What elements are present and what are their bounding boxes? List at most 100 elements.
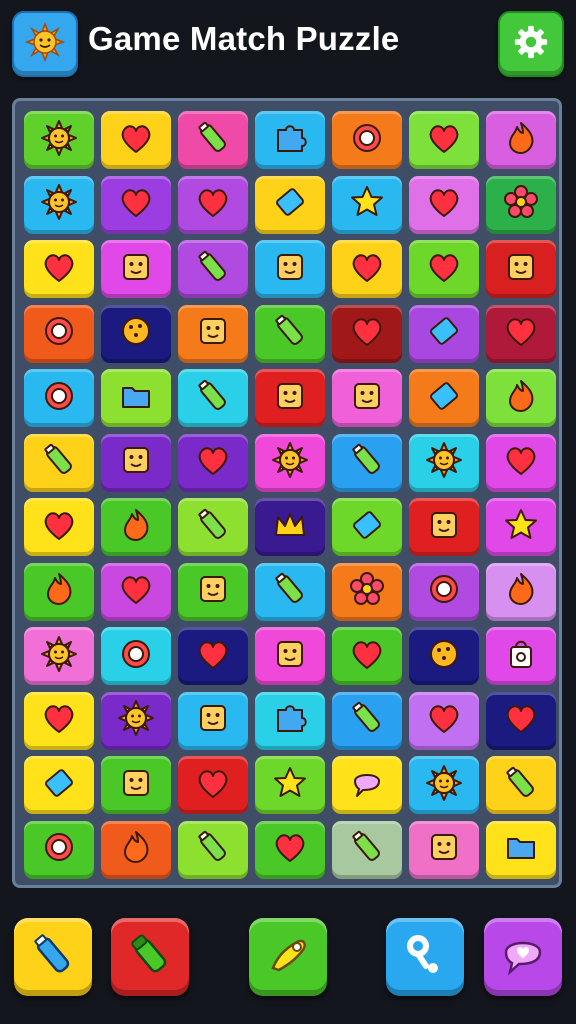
tile-r11-c7[interactable]	[486, 756, 556, 814]
tile-r4-c5[interactable]	[332, 304, 402, 363]
tile-r6-c4[interactable]	[255, 433, 325, 492]
tile-r10-c7[interactable]	[486, 691, 556, 750]
tile-r6-c7[interactable]	[486, 433, 556, 492]
tile-r6-c2[interactable]	[101, 433, 171, 492]
powerup-link-button[interactable]	[386, 918, 464, 996]
tile-r1-c5[interactable]	[332, 111, 402, 169]
tile-r3-c6[interactable]	[409, 240, 479, 298]
tile-r3-c4[interactable]	[255, 240, 325, 298]
tile-r11-c2[interactable]	[101, 756, 171, 814]
tile-r11-c5[interactable]	[332, 756, 402, 814]
gem-icon	[347, 505, 387, 550]
tile-r12-c4[interactable]	[255, 820, 325, 879]
tile-r5-c4[interactable]	[255, 369, 325, 427]
tile-r2-c1[interactable]	[24, 175, 94, 234]
tile-r6-c3[interactable]	[178, 433, 248, 492]
powerup-bottle-button[interactable]	[14, 918, 92, 996]
flame-icon	[501, 376, 541, 421]
tile-r4-c7[interactable]	[486, 304, 556, 363]
tile-r9-c3[interactable]	[178, 627, 248, 685]
tile-r6-c5[interactable]	[332, 433, 402, 492]
tile-r12-c2[interactable]	[101, 820, 171, 879]
tile-r3-c2[interactable]	[101, 240, 171, 298]
tile-r1-c3[interactable]	[178, 111, 248, 169]
ring-icon	[347, 118, 387, 163]
tile-r10-c5[interactable]	[332, 691, 402, 750]
tile-r8-c3[interactable]	[178, 562, 248, 621]
tile-r2-c5[interactable]	[332, 175, 402, 234]
tile-r10-c4[interactable]	[255, 691, 325, 750]
powerup-bubble-button[interactable]	[484, 918, 562, 996]
tile-r5-c6[interactable]	[409, 369, 479, 427]
tile-r9-c2[interactable]	[101, 627, 171, 685]
sun-icon	[39, 118, 79, 163]
powerup-tube-button[interactable]	[111, 918, 189, 996]
tile-r4-c6[interactable]	[409, 304, 479, 363]
tile-r4-c3[interactable]	[178, 304, 248, 363]
tile-r11-c4[interactable]	[255, 756, 325, 814]
tile-r2-c2[interactable]	[101, 175, 171, 234]
tile-r7-c3[interactable]	[178, 498, 248, 556]
tile-r7-c4[interactable]	[255, 498, 325, 556]
tile-r8-c4[interactable]	[255, 562, 325, 621]
tile-r7-c1[interactable]	[24, 498, 94, 556]
flame-icon	[501, 118, 541, 163]
tile-r9-c4[interactable]	[255, 627, 325, 685]
tile-r5-c2[interactable]	[101, 369, 171, 427]
tile-r9-c5[interactable]	[332, 627, 402, 685]
tile-r1-c1[interactable]	[24, 111, 94, 169]
tile-r3-c1[interactable]	[24, 240, 94, 298]
flame-icon	[116, 505, 156, 550]
tile-r10-c6[interactable]	[409, 691, 479, 750]
tile-r12-c3[interactable]	[178, 820, 248, 879]
tile-r7-c5[interactable]	[332, 498, 402, 556]
tile-r11-c3[interactable]	[178, 756, 248, 814]
tile-r4-c2[interactable]	[101, 304, 171, 363]
tile-r12-c7[interactable]	[486, 820, 556, 879]
tile-r4-c4[interactable]	[255, 304, 325, 363]
sun-icon	[116, 698, 156, 743]
tile-r5-c1[interactable]	[24, 369, 94, 427]
tile-r3-c7[interactable]	[486, 240, 556, 298]
tile-r9-c1[interactable]	[24, 627, 94, 685]
tile-r1-c6[interactable]	[409, 111, 479, 169]
tile-r7-c7[interactable]	[486, 498, 556, 556]
face-icon	[116, 440, 156, 485]
settings-button[interactable]	[498, 11, 564, 77]
tile-r8-c7[interactable]	[486, 562, 556, 621]
face-icon	[424, 505, 464, 550]
tile-r5-c3[interactable]	[178, 369, 248, 427]
tile-r6-c6[interactable]	[409, 433, 479, 492]
tile-r2-c4[interactable]	[255, 175, 325, 234]
tile-r7-c6[interactable]	[409, 498, 479, 556]
tile-r8-c2[interactable]	[101, 562, 171, 621]
tile-r2-c7[interactable]	[486, 175, 556, 234]
tile-r8-c5[interactable]	[332, 562, 402, 621]
tile-r3-c5[interactable]	[332, 240, 402, 298]
tile-r8-c6[interactable]	[409, 562, 479, 621]
tile-r5-c5[interactable]	[332, 369, 402, 427]
tile-r4-c1[interactable]	[24, 304, 94, 363]
tile-r6-c1[interactable]	[24, 433, 94, 492]
tile-r12-c1[interactable]	[24, 820, 94, 879]
logo-button[interactable]	[12, 11, 78, 77]
tile-r9-c7[interactable]	[486, 627, 556, 685]
tile-r8-c1[interactable]	[24, 562, 94, 621]
tile-r12-c5[interactable]	[332, 820, 402, 879]
tile-r1-c4[interactable]	[255, 111, 325, 169]
tile-r1-c2[interactable]	[101, 111, 171, 169]
tile-r11-c1[interactable]	[24, 756, 94, 814]
tile-r1-c7[interactable]	[486, 111, 556, 169]
tile-r10-c1[interactable]	[24, 691, 94, 750]
tile-r12-c6[interactable]	[409, 820, 479, 879]
tile-r11-c6[interactable]	[409, 756, 479, 814]
tile-r2-c3[interactable]	[178, 175, 248, 234]
tile-r2-c6[interactable]	[409, 175, 479, 234]
tile-r10-c2[interactable]	[101, 691, 171, 750]
tile-r9-c6[interactable]	[409, 627, 479, 685]
tile-r10-c3[interactable]	[178, 691, 248, 750]
tile-r3-c3[interactable]	[178, 240, 248, 298]
tile-r7-c2[interactable]	[101, 498, 171, 556]
tile-r5-c7[interactable]	[486, 369, 556, 427]
powerup-rocket-button[interactable]	[249, 918, 327, 996]
